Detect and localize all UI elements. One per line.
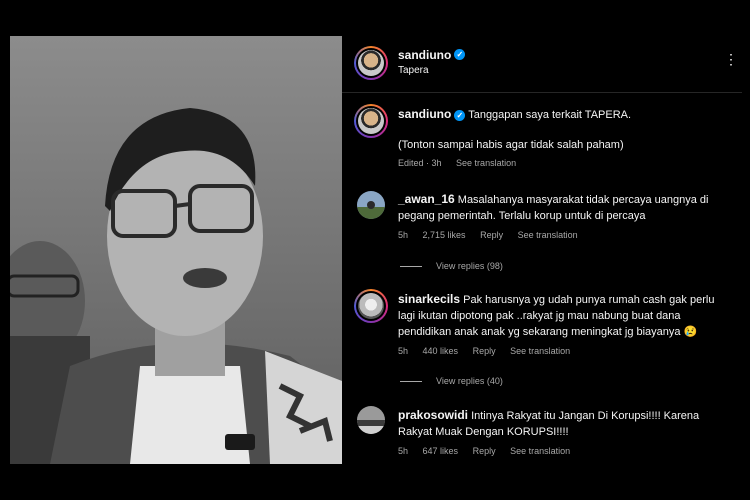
- caption-username[interactable]: sandiuno: [398, 107, 451, 121]
- post-location[interactable]: Tapera: [398, 65, 429, 76]
- commenter-avatar[interactable]: [354, 289, 388, 323]
- view-replies-button[interactable]: View replies (40): [400, 376, 503, 386]
- comment-likes[interactable]: 647 likes: [423, 446, 459, 456]
- reply-button[interactable]: Reply: [473, 446, 496, 456]
- comment: _awan_16 Masalahanya masyarakat tidak pe…: [398, 191, 728, 240]
- comment-time: 5h: [398, 230, 409, 240]
- view-replies-label: View replies (98): [436, 261, 503, 271]
- verified-badge-icon: ✓: [454, 49, 466, 61]
- comment-likes[interactable]: 2,715 likes: [423, 230, 466, 240]
- see-translation-link[interactable]: See translation: [518, 230, 578, 240]
- post-header: sandiuno ✓ Tapera ⋮: [342, 36, 742, 93]
- comment: prakosowidi Intinya Rakyat itu Jangan Di…: [398, 407, 728, 456]
- see-translation-link[interactable]: See translation: [456, 158, 516, 168]
- comment-text-line: pendidikan anak anak yg sekarang meningk…: [398, 326, 698, 338]
- caption-text: Tanggapan saya terkait TAPERA.: [468, 109, 632, 121]
- post-detail-panel: sandiuno ✓ Tapera ⋮ sandiuno ✓ Tanggapan s…: [342, 36, 742, 464]
- commenter-avatar[interactable]: [357, 191, 385, 219]
- comment-username[interactable]: sinarkecils: [398, 292, 460, 306]
- author-avatar[interactable]: [354, 46, 388, 80]
- post-image[interactable]: [10, 36, 342, 464]
- verified-badge-icon: ✓: [454, 109, 466, 121]
- see-translation-link[interactable]: See translation: [510, 446, 570, 456]
- comment-likes[interactable]: 440 likes: [423, 346, 459, 356]
- edited-time: Edited · 3h: [398, 158, 442, 168]
- see-translation-link[interactable]: See translation: [510, 346, 570, 356]
- comment-time: 5h: [398, 346, 409, 356]
- comment-text: Intinya Rakyat itu Jangan Di Korupsi!!!!…: [471, 410, 700, 422]
- view-replies-label: View replies (40): [436, 376, 503, 386]
- more-options-icon[interactable]: ⋮: [724, 49, 738, 69]
- author-username[interactable]: sandiuno: [398, 48, 451, 62]
- commenter-avatar[interactable]: [357, 406, 385, 434]
- caption: sandiuno ✓ Tanggapan saya terkait TAPERA.…: [398, 106, 728, 168]
- comment-time: 5h: [398, 446, 409, 456]
- reply-button[interactable]: Reply: [480, 230, 503, 240]
- view-replies-button[interactable]: View replies (98): [400, 261, 503, 271]
- post-photo: [10, 36, 342, 464]
- caption-text-2: (Tonton sampai habis agar tidak salah pa…: [398, 139, 624, 151]
- caption-avatar[interactable]: [354, 104, 388, 138]
- comment-text-line: Rakyat Muak Dengan KORUPSI!!!!: [398, 426, 569, 438]
- comment-text: Masalahanya masyarakat tidak percaya uan…: [457, 194, 709, 206]
- comment-text: Pak harusnya yg udah punya rumah cash ga…: [463, 294, 715, 306]
- comment-text-line: lagi ikutan dipotong pak ..rakyat jg mau…: [398, 310, 681, 322]
- comment: sinarkecils Pak harusnya yg udah punya r…: [398, 291, 728, 356]
- comment-username[interactable]: _awan_16: [398, 192, 455, 206]
- reply-button[interactable]: Reply: [473, 346, 496, 356]
- comment-username[interactable]: prakosowidi: [398, 408, 468, 422]
- comment-text-line: pegang pemerintah. Terlalu korup untuk d…: [398, 210, 646, 222]
